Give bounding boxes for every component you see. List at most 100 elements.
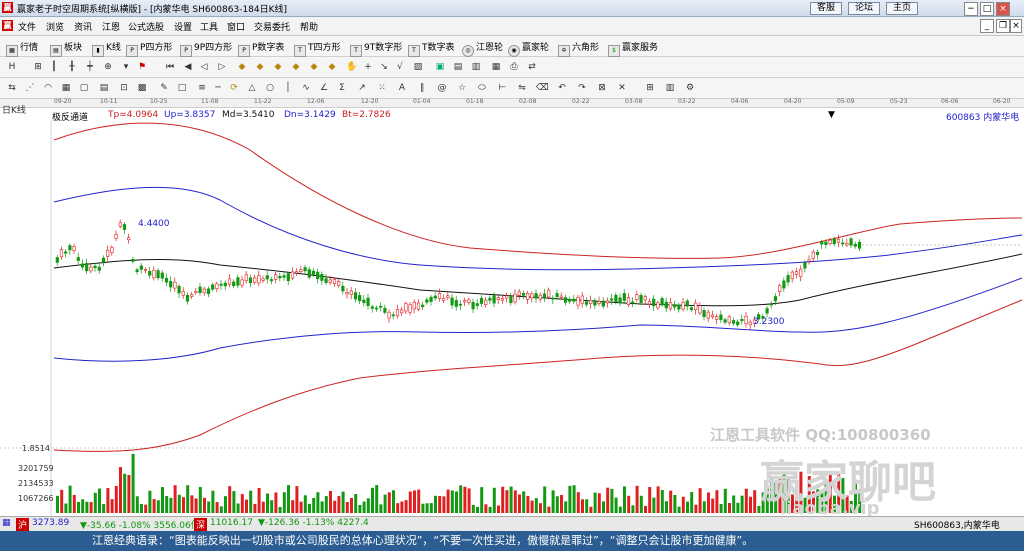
forward-icon[interactable]: ▷ [216,61,228,73]
menu-help[interactable]: 帮助 [300,20,318,33]
menu-trade[interactable]: 交易委托 [254,20,290,33]
tb-9p-square[interactable]: P 9P四方形 [180,40,232,57]
sh-market-icon[interactable]: 沪 [16,518,30,531]
dropdown-icon[interactable]: ▾ [120,61,132,73]
minimize-icon[interactable]: − [964,2,978,16]
export-icon[interactable]: ⇄ [526,61,538,73]
grid-tool-icon[interactable]: ▦ [60,82,72,94]
table-icon[interactable]: ▤ [452,61,464,73]
bar-icon[interactable]: ┃ [48,61,60,73]
star-icon[interactable]: ☆ [456,82,468,94]
cursor-icon[interactable]: H [6,61,18,73]
tb-gann-wheel[interactable]: ◎ 江恩轮 [462,40,503,57]
save-icon[interactable]: ▥ [470,61,482,73]
diamond-icon-5[interactable]: ◆ [308,61,320,73]
crosshair-icon[interactable]: + [362,61,374,73]
menu-file[interactable]: 文件 [18,20,36,33]
grid-view-icon[interactable]: ⊞ [644,82,656,94]
first-icon[interactable]: ⏮ [164,61,176,73]
layout-icon[interactable]: ▥ [664,82,676,94]
text-icon[interactable]: A [396,82,408,94]
tb-market[interactable]: ▦ 行情 [6,40,38,57]
eraser-icon[interactable]: ⌫ [536,82,549,94]
hand-icon[interactable]: ✋ [346,61,358,73]
circle-tool-icon[interactable]: ○ [264,82,276,94]
calc-icon[interactable]: ▣ [434,61,446,73]
forum-link[interactable]: 论坛 [848,2,880,15]
tb-sector[interactable]: ▤ 板块 [50,40,82,57]
dots-icon[interactable]: ⁙ [376,82,388,94]
doc-close-icon[interactable]: × [1010,19,1022,33]
tb-p-square[interactable]: P P四方形 [126,40,172,57]
market-icon[interactable]: ▦ [2,518,11,528]
pan-icon[interactable]: ⇆ [6,82,18,94]
arc-icon[interactable]: ◠ [42,82,54,94]
diamond-icon-1[interactable]: ◆ [236,61,248,73]
wave-icon[interactable]: ∿ [300,82,312,94]
home-link[interactable]: 主页 [886,2,918,15]
ohlc-icon[interactable]: ┿ [84,61,96,73]
chart-tool-icon[interactable]: ▤ [98,82,110,94]
image-icon[interactable]: ▩ [136,82,148,94]
flag-icon[interactable]: ⚑ [136,61,148,73]
ruler-icon[interactable]: ⊢ [496,82,508,94]
print-icon[interactable]: ⎙ [508,61,520,73]
tb-t-square[interactable]: T T四方形 [294,40,341,57]
menu-settings[interactable]: 设置 [174,20,192,33]
fan-icon[interactable]: ⋰ [24,82,36,94]
menu-info[interactable]: 资讯 [74,20,92,33]
triangle-icon[interactable]: △ [246,82,258,94]
menu-formula[interactable]: 公式选股 [128,20,164,33]
chart-icon[interactable]: ▨ [412,61,424,73]
spiral-icon[interactable]: @ [436,82,448,94]
diamond-icon-6[interactable]: ◆ [326,61,338,73]
mirror-icon[interactable]: ⇋ [516,82,528,94]
maximize-icon[interactable]: □ [980,2,994,16]
marker-icon[interactable]: ⊡ [118,82,130,94]
prev-icon[interactable]: ◀ [182,61,194,73]
indicator-dropdown-icon[interactable]: ▼ [828,110,835,120]
angle-icon[interactable]: ∠ [318,82,330,94]
diamond-icon-2[interactable]: ◆ [254,61,266,73]
level-icon[interactable]: ≡ [196,82,208,94]
menu-tools[interactable]: 工具 [200,20,218,33]
v-icon[interactable]: √ [394,61,406,73]
line-icon[interactable]: ↘ [378,61,390,73]
pencil-icon[interactable]: ✎ [158,82,170,94]
cycle-icon[interactable]: ⟳ [228,82,240,94]
list-icon[interactable]: ▦ [490,61,502,73]
doc-minimize-icon[interactable]: _ [980,19,994,33]
settings-icon[interactable]: ⚙ [684,82,696,94]
delete-icon[interactable]: ✕ [616,82,628,94]
undo-icon[interactable]: ↶ [556,82,568,94]
menu-gann[interactable]: 江恩 [102,20,120,33]
tb-t-table[interactable]: T T数字表 [408,40,455,57]
tb-kline[interactable]: ▮ K线 [92,40,121,57]
tb-service[interactable]: $ 赢家服务 [608,40,658,57]
square-tool-icon[interactable]: □ [176,82,188,94]
diamond-icon-4[interactable]: ◆ [290,61,302,73]
period-icon[interactable]: ⊞ [32,61,44,73]
tb-hexagon[interactable]: ✡ 六角形 [558,40,599,57]
vline-icon[interactable]: │ [282,82,294,94]
back-icon[interactable]: ◁ [198,61,210,73]
zoom-icon[interactable]: ⊕ [102,61,114,73]
doc-restore-icon[interactable]: ❐ [996,19,1010,33]
candle-icon[interactable]: ╂ [66,61,78,73]
sz-market-icon[interactable]: 深 [194,518,208,531]
support-link[interactable]: 客服 [810,2,842,15]
close-icon[interactable]: × [996,2,1010,16]
arrow-icon[interactable]: ↗ [356,82,368,94]
channel-icon[interactable]: ∥ [416,82,428,94]
diamond-icon-3[interactable]: ◆ [272,61,284,73]
hline-icon[interactable]: ─ [212,82,224,94]
lock-icon[interactable]: ⊠ [596,82,608,94]
menu-browse[interactable]: 浏览 [46,20,64,33]
menu-window[interactable]: 窗口 [227,20,245,33]
box-icon[interactable]: ▢ [78,82,90,94]
sum-icon[interactable]: Σ [336,82,348,94]
ellipse-icon[interactable]: ⬭ [476,82,488,94]
tb-winner-wheel[interactable]: ◉ 赢家轮 [508,40,549,57]
redo-icon[interactable]: ↷ [576,82,588,94]
tb-p-table[interactable]: P P数字表 [238,40,284,57]
